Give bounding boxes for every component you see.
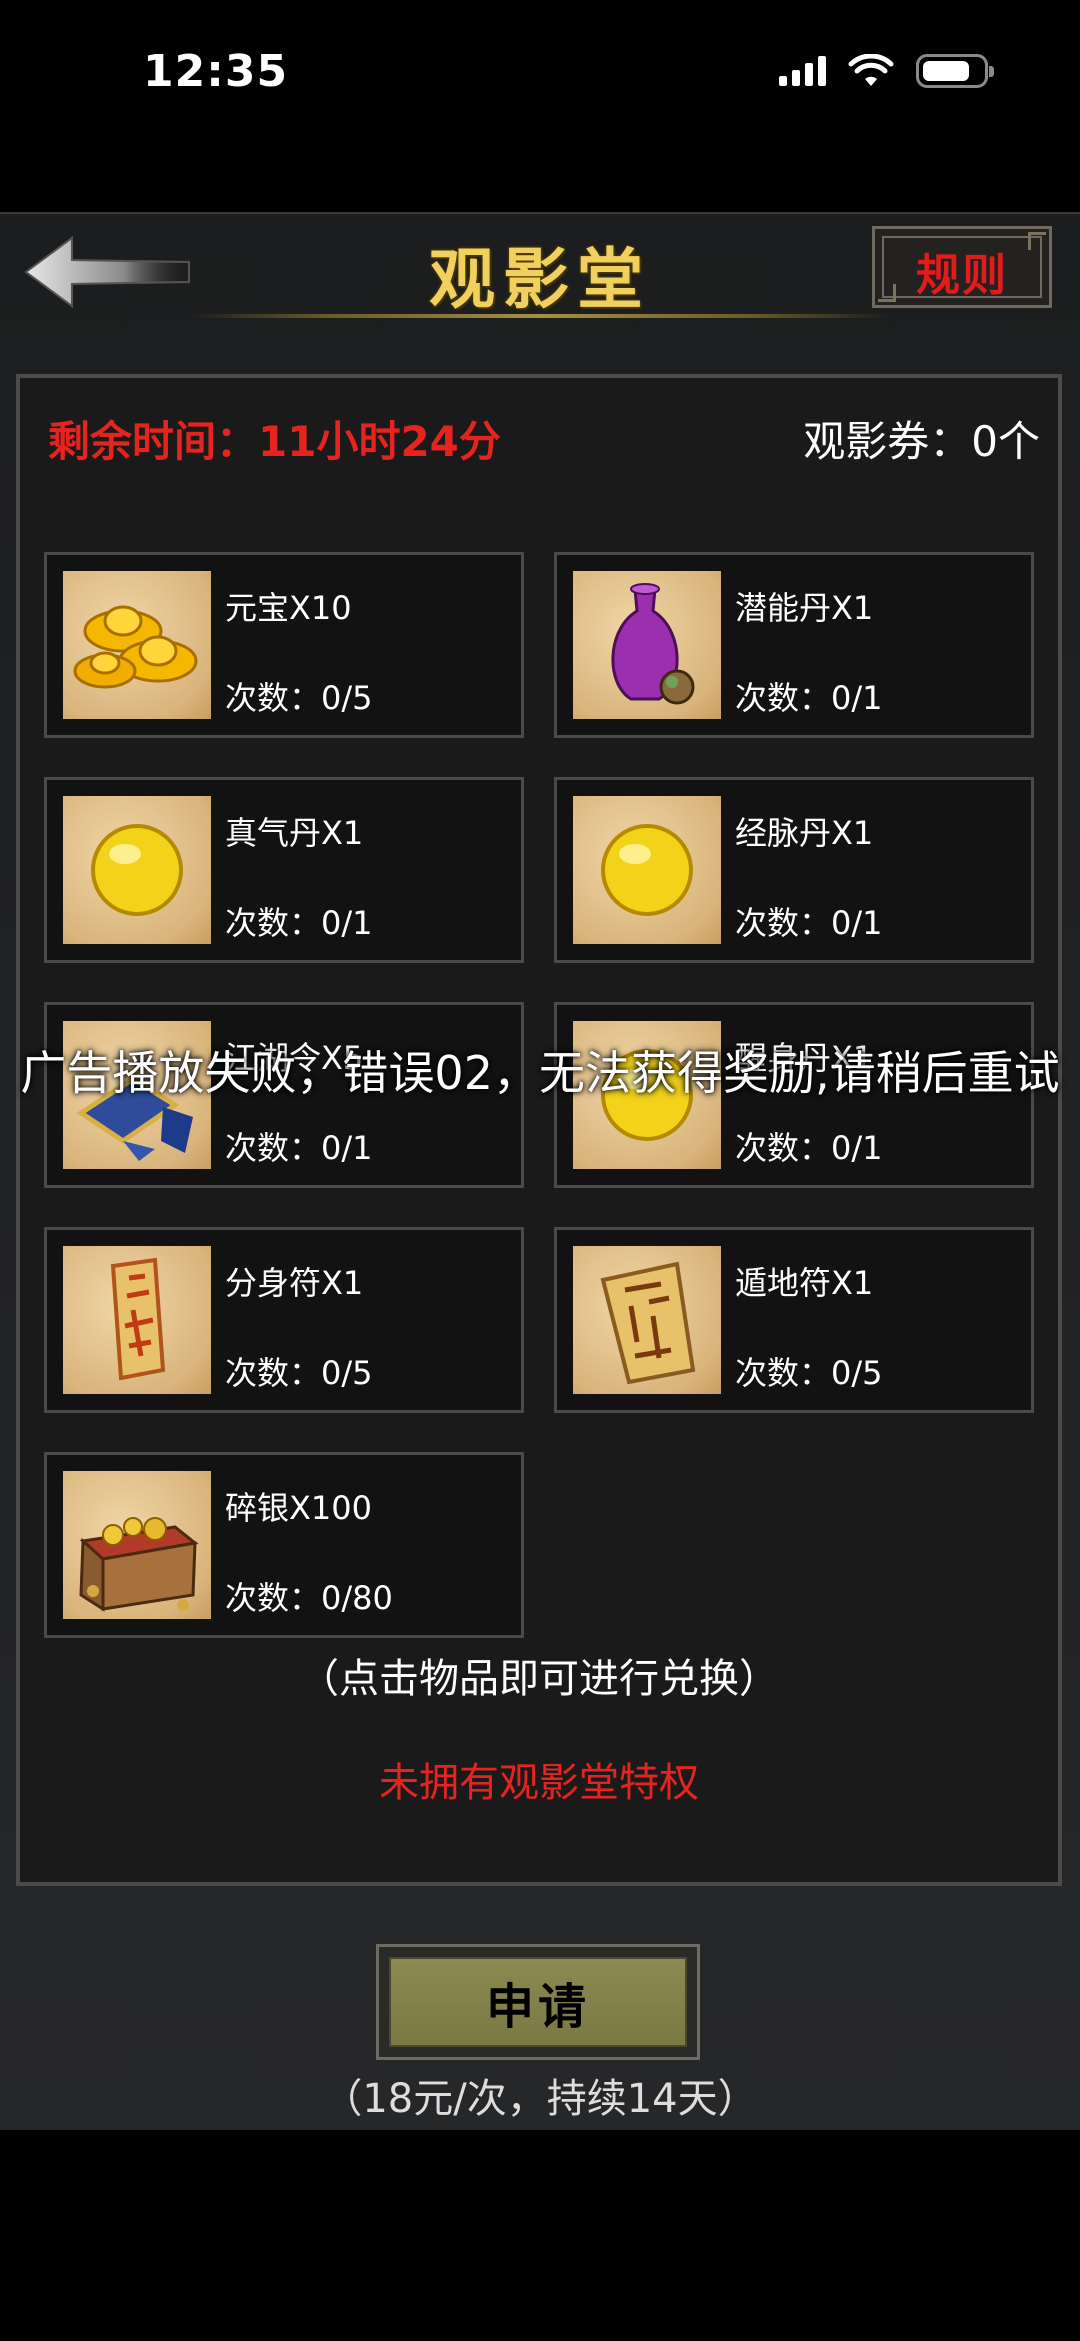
- item-card-qianneng[interactable]: 潜能丹X1 次数：0/1: [554, 552, 1034, 738]
- item-name: 潜能丹X1: [735, 589, 874, 627]
- item-card-zhenqi[interactable]: 真气丹X1 次数：0/1: [44, 777, 524, 963]
- status-bar: 12:35: [0, 0, 1080, 150]
- privilege-status: 未拥有观影堂特权: [379, 1760, 699, 1806]
- item-name: 遁地符X1: [735, 1264, 874, 1302]
- talisman-icon: [600, 1261, 696, 1385]
- cellular-signal-icon: [779, 56, 826, 86]
- error-toast: 广告播放失败，错误02，无法获得奖励,请稍后重试: [20, 1046, 1060, 1100]
- status-time: 12:35: [143, 46, 289, 97]
- item-card-jingmai[interactable]: 经脉丹X1 次数：0/1: [554, 777, 1034, 963]
- item-image: [573, 571, 721, 719]
- apply-button-label: 申请: [389, 1957, 687, 2047]
- gold-pill-icon: [601, 824, 693, 916]
- treasure-chest-icon: [79, 1517, 199, 1612]
- ticket-count: 观影券：0个: [803, 417, 1040, 466]
- item-image: [63, 796, 211, 944]
- purple-vase-icon: [611, 583, 695, 705]
- item-image: [63, 571, 211, 719]
- item-count: 次数：0/1: [735, 904, 883, 942]
- price-note: （18元/次，持续14天）: [322, 2076, 758, 2122]
- item-card-suiyin[interactable]: 碎银X100 次数：0/80: [44, 1452, 524, 1638]
- wifi-icon: [848, 54, 894, 86]
- item-count: 次数：0/5: [225, 679, 373, 717]
- item-image: [573, 1246, 721, 1394]
- item-count: 次数：0/1: [225, 904, 373, 942]
- item-name: 分身符X1: [225, 1264, 364, 1302]
- battery-icon: [916, 54, 994, 88]
- item-name: 真气丹X1: [225, 814, 364, 852]
- gold-ingot-icon: [73, 605, 198, 689]
- item-name: 碎银X100: [225, 1489, 373, 1527]
- item-count: 次数：0/1: [735, 679, 883, 717]
- status-icons: [779, 54, 994, 88]
- rules-button[interactable]: 规则: [872, 226, 1052, 308]
- item-name: 经脉丹X1: [735, 814, 874, 852]
- item-count: 次数：0/80: [225, 1579, 393, 1617]
- item-count: 次数：0/5: [225, 1354, 373, 1392]
- exchange-panel: 剩余时间：11小时24分 观影券：0个 元宝X10 次数：0/5 潜能丹X1 次…: [16, 374, 1062, 1886]
- item-name: 元宝X10: [225, 589, 352, 627]
- item-card-fenshenfu[interactable]: 分身符X1 次数：0/5: [44, 1227, 524, 1413]
- title-underline: [190, 314, 890, 318]
- apply-button[interactable]: 申请: [376, 1944, 700, 2060]
- header: 观影堂 规则: [0, 214, 1080, 334]
- rules-button-label: 规则: [916, 250, 1008, 301]
- item-image: [63, 1246, 211, 1394]
- item-image: [63, 1471, 211, 1619]
- item-card-dundifu[interactable]: 遁地符X1 次数：0/5: [554, 1227, 1034, 1413]
- app-screen: 观影堂 规则 剩余时间：11小时24分 观影券：0个 元宝X10 次数：0/5 …: [0, 212, 1080, 2130]
- item-image: [573, 796, 721, 944]
- item-count: 次数：0/1: [225, 1129, 373, 1167]
- item-card-yuanbao[interactable]: 元宝X10 次数：0/5: [44, 552, 524, 738]
- gold-pill-icon: [91, 824, 183, 916]
- exchange-hint: （点击物品即可进行兑换）: [299, 1656, 779, 1702]
- item-count: 次数：0/5: [735, 1354, 883, 1392]
- item-count: 次数：0/1: [735, 1129, 883, 1167]
- time-remaining: 剩余时间：11小时24分: [48, 417, 501, 466]
- talisman-icon: [110, 1257, 166, 1381]
